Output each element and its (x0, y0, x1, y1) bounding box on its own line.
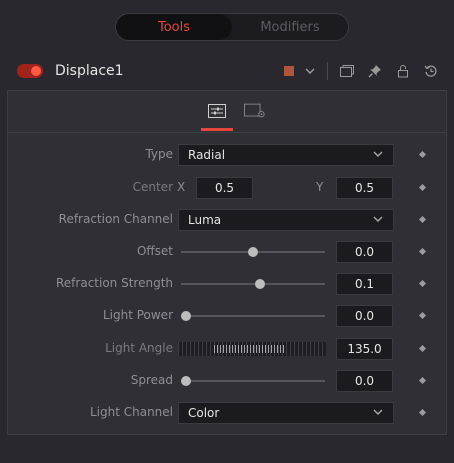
offset-row: Offset 0.0 (8, 241, 448, 263)
keyframe-diamond-icon[interactable] (418, 279, 427, 288)
pin-icon[interactable] (366, 62, 384, 80)
center-row: Center X 0.5 Y 0.5 (8, 177, 448, 199)
spread-slider-track[interactable] (181, 380, 325, 382)
light-power-slider-handle[interactable] (181, 311, 191, 321)
tool-header: Displace1 (0, 54, 454, 88)
refraction-channel-row: Refraction Channel Luma (8, 209, 448, 231)
chevron-down-icon (373, 212, 383, 226)
offset-label: Offset (136, 244, 173, 258)
keyframe-diamond-icon[interactable] (418, 344, 427, 353)
spread-input[interactable]: 0.0 (336, 370, 393, 392)
keyframe-diamond-icon[interactable] (418, 376, 427, 385)
light-power-label: Light Power (102, 308, 173, 322)
type-dropdown[interactable]: Radial (178, 144, 394, 166)
top-tab-bar: Tools Modifiers (0, 0, 454, 46)
type-label: Type (145, 147, 173, 161)
tab-modifiers[interactable]: Modifiers (232, 14, 348, 40)
center-label: Center (132, 180, 173, 194)
header-icons (284, 62, 440, 80)
type-value: Radial (188, 148, 226, 162)
light-channel-row: Light Channel Color (8, 402, 448, 424)
light-channel-value: Color (188, 406, 220, 420)
light-power-slider-track[interactable] (181, 315, 325, 317)
refraction-strength-slider-track[interactable] (181, 283, 325, 285)
refraction-strength-label: Refraction Strength (56, 276, 173, 290)
keyframe-diamond-icon[interactable] (418, 183, 427, 192)
center-x-input[interactable]: 0.5 (196, 177, 253, 199)
inspector-panel: Type Radial Center X 0.5 Y 0.5 Refractio… (7, 90, 447, 435)
light-channel-dropdown[interactable]: Color (178, 402, 394, 424)
refraction-channel-value: Luma (188, 213, 222, 227)
divider (327, 62, 328, 80)
center-y-label: Y (316, 180, 324, 194)
panel-tabs (8, 91, 446, 133)
chevron-down-icon (373, 405, 383, 419)
refraction-strength-input[interactable]: 0.1 (336, 273, 393, 295)
spread-row: Spread 0.0 (8, 370, 448, 392)
tool-name: Displace1 (55, 63, 124, 79)
light-angle-thumbwheel[interactable] (178, 342, 326, 356)
keyframe-diamond-icon[interactable] (418, 150, 427, 159)
chevron-down-icon[interactable] (301, 62, 319, 80)
type-row: Type Radial (8, 144, 448, 166)
keyframe-diamond-icon[interactable] (418, 311, 427, 320)
spread-label: Spread (130, 373, 173, 387)
refraction-channel-dropdown[interactable]: Luma (178, 209, 394, 231)
refraction-strength-row: Refraction Strength 0.1 (8, 273, 448, 295)
light-power-input[interactable]: 0.0 (336, 305, 393, 327)
chevron-down-icon (373, 147, 383, 161)
refraction-channel-label: Refraction Channel (58, 212, 173, 226)
reset-icon[interactable] (422, 62, 440, 80)
light-power-row: Light Power 0.0 (8, 305, 448, 327)
settings-tab-icon[interactable] (244, 101, 266, 121)
center-y-input[interactable]: 0.5 (336, 177, 393, 199)
spread-slider-handle[interactable] (181, 376, 191, 386)
light-angle-row: Light Angle 135.0 (8, 338, 448, 360)
lock-icon[interactable] (394, 62, 412, 80)
light-angle-label: Light Angle (105, 341, 173, 355)
keyframe-diamond-icon[interactable] (418, 408, 427, 417)
keyframe-diamond-icon[interactable] (418, 215, 427, 224)
controls-tab-icon[interactable] (201, 101, 233, 131)
light-channel-label: Light Channel (89, 405, 173, 419)
tools-modifiers-switch: Tools Modifiers (115, 13, 349, 41)
refraction-strength-slider-handle[interactable] (254, 279, 265, 289)
keyframe-diamond-icon[interactable] (418, 247, 427, 256)
tab-tools[interactable]: Tools (116, 14, 232, 40)
offset-input[interactable]: 0.0 (336, 241, 393, 263)
offset-slider-handle[interactable] (248, 247, 258, 257)
center-x-label: X (177, 180, 186, 194)
tool-enable-toggle[interactable] (17, 64, 43, 78)
window-icon[interactable] (338, 62, 356, 80)
light-angle-input[interactable]: 135.0 (336, 338, 393, 360)
color-swatch[interactable] (284, 66, 294, 76)
